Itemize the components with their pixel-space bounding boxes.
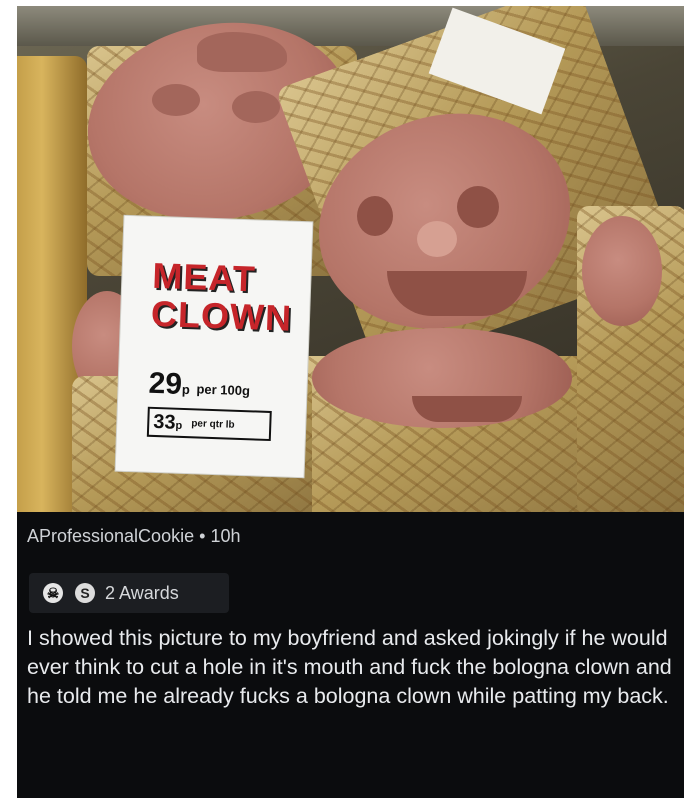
- price-main: 29p: [148, 367, 190, 402]
- price-main-value: 29: [148, 366, 183, 401]
- meat-eye: [232, 91, 280, 123]
- meat-eye: [152, 84, 200, 116]
- meat-eye: [457, 186, 499, 228]
- meat-nose: [417, 221, 457, 257]
- username[interactable]: AProfessionalCookie: [27, 526, 194, 546]
- meat-eye: [357, 196, 393, 236]
- meta-separator: •: [199, 526, 206, 546]
- price-main-per: per 100g: [196, 381, 251, 399]
- skull-award-icon: ☠: [43, 583, 63, 603]
- price-sub-box: 33p per qtr lb: [146, 406, 272, 442]
- awards-count: 2 Awards: [105, 583, 179, 603]
- comment-age: 10h: [210, 526, 241, 546]
- price-sub-value: 33p: [152, 410, 183, 434]
- silver-award-icon: S: [75, 583, 95, 603]
- meat-face-right: [582, 216, 662, 326]
- comment: AProfessionalCookie • 10h ☠ S 2 Awards I…: [17, 512, 684, 798]
- sign-title: MEAT CLOWN: [150, 254, 293, 339]
- price-sub-per: per qtr lb: [191, 418, 235, 431]
- price-main-unit: p: [181, 381, 191, 398]
- post-frame: MEAT CLOWN 29p per 100g 33p per qtr lb A…: [0, 0, 700, 798]
- comment-body: I showed this picture to my boyfriend an…: [27, 626, 672, 708]
- awards-pill[interactable]: ☠ S 2 Awards: [29, 573, 229, 613]
- comment-meta: AProfessionalCookie • 10h: [27, 526, 240, 547]
- post-image[interactable]: MEAT CLOWN 29p per 100g 33p per qtr lb: [17, 6, 684, 512]
- meat-mouth: [412, 396, 522, 422]
- price-sign: MEAT CLOWN 29p per 100g 33p per qtr lb: [115, 215, 313, 478]
